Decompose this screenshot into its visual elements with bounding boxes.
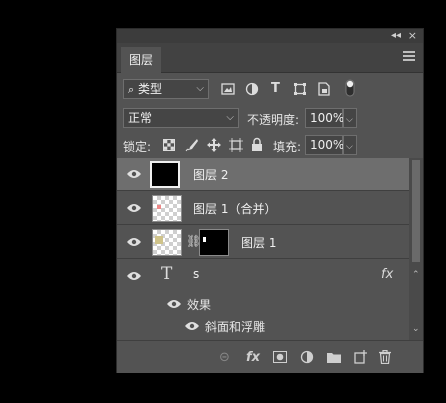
effects-row[interactable]: 效果 bbox=[117, 292, 409, 316]
chevron-down-icon: ⌵ bbox=[346, 115, 353, 125]
eye-icon[interactable] bbox=[167, 299, 181, 309]
layers-panel: ◂◂ × 图层 ⌕ 类型 ⌵ T 正常 ⌵ 不透明度: 100% ⌵ 锁定: 填… bbox=[116, 28, 424, 373]
fx-icon[interactable]: fx bbox=[381, 267, 393, 283]
opacity-dropdown[interactable]: ⌵ bbox=[343, 108, 357, 128]
fill-dropdown[interactable]: ⌵ bbox=[343, 135, 357, 155]
tab-bar: 图层 bbox=[117, 43, 423, 73]
link-icon[interactable]: ⊝ bbox=[219, 350, 230, 365]
layer-row[interactable]: 图层 1（合并） bbox=[117, 192, 409, 225]
layer-thumbnail[interactable] bbox=[150, 161, 180, 188]
search-icon: ⌕ bbox=[128, 83, 135, 96]
fx-icon[interactable]: fx bbox=[246, 350, 260, 365]
panel-titlebar: ◂◂ × bbox=[117, 29, 423, 43]
trash-icon[interactable] bbox=[379, 350, 391, 364]
lock-pixels-icon[interactable] bbox=[185, 138, 199, 152]
eye-icon[interactable] bbox=[127, 237, 141, 247]
layers-scrollbar[interactable]: ⌃ ⌄ bbox=[409, 158, 423, 340]
adjustment-filter-icon[interactable] bbox=[245, 82, 259, 96]
layers-toolbar: ⊝ fx bbox=[117, 340, 423, 373]
filter-toggle-icon[interactable] bbox=[345, 79, 355, 97]
lock-row: 锁定: 填充: 100% ⌵ bbox=[117, 133, 423, 157]
layers-list: 图层 2 图层 1（合并） ⛓ 图层 1 T s fx 效果 斜面和浮雕 bbox=[117, 158, 409, 340]
blend-mode-label: 正常 bbox=[128, 111, 153, 125]
image-filter-icon[interactable] bbox=[221, 83, 235, 95]
layer-mask-thumbnail[interactable] bbox=[199, 229, 229, 256]
effect-item-row[interactable]: 斜面和浮雕 bbox=[117, 314, 409, 336]
fill-label: 填充: bbox=[273, 140, 302, 154]
chevron-down-icon: ⌵ bbox=[196, 83, 204, 94]
eye-icon[interactable] bbox=[127, 169, 141, 179]
lock-label: 锁定: bbox=[123, 140, 152, 154]
text-layer-icon[interactable]: T bbox=[161, 266, 172, 283]
layer-row[interactable]: ⛓ 图层 1 bbox=[117, 226, 409, 259]
lock-artboard-icon[interactable] bbox=[229, 138, 243, 152]
layer-thumbnail[interactable] bbox=[152, 229, 182, 256]
opacity-label: 不透明度: bbox=[247, 113, 300, 127]
layer-name[interactable]: 图层 2 bbox=[193, 166, 228, 183]
effects-label: 效果 bbox=[187, 298, 212, 312]
tab-layers[interactable]: 图层 bbox=[121, 47, 162, 73]
collapse-icon[interactable]: ◂◂ bbox=[391, 29, 401, 43]
lock-transparency-icon[interactable] bbox=[163, 139, 175, 151]
blend-mode-select[interactable]: 正常 ⌵ bbox=[123, 108, 239, 128]
layer-thumbnail[interactable] bbox=[152, 195, 182, 222]
layer-name[interactable]: 图层 1 bbox=[241, 234, 276, 251]
new-layer-icon[interactable] bbox=[354, 350, 368, 364]
lock-position-icon[interactable] bbox=[207, 138, 221, 152]
adjustment-icon[interactable] bbox=[300, 350, 314, 364]
panel-menu-icon[interactable] bbox=[403, 51, 415, 61]
eye-icon[interactable] bbox=[127, 203, 141, 213]
filter-type-select[interactable]: ⌕ 类型 ⌵ bbox=[123, 79, 209, 99]
filter-row: ⌕ 类型 ⌵ T bbox=[117, 77, 423, 101]
opacity-input[interactable]: 100% bbox=[305, 108, 344, 128]
scrollbar-thumb[interactable] bbox=[412, 160, 420, 262]
close-icon[interactable]: × bbox=[408, 29, 417, 43]
layer-name[interactable]: s bbox=[193, 267, 199, 281]
eye-icon[interactable] bbox=[127, 271, 141, 281]
chevron-up-icon[interactable]: ⌃ bbox=[412, 270, 420, 280]
layer-row[interactable]: 图层 2 bbox=[117, 158, 409, 191]
filter-type-label: 类型 bbox=[138, 82, 163, 96]
folder-icon[interactable] bbox=[327, 351, 341, 363]
chevron-down-icon: ⌵ bbox=[346, 142, 353, 152]
smart-object-filter-icon[interactable] bbox=[317, 82, 331, 96]
mask-icon[interactable] bbox=[273, 351, 287, 363]
layer-row[interactable]: T s fx bbox=[117, 260, 409, 292]
chevron-down-icon: ⌵ bbox=[226, 112, 234, 123]
text-filter-icon[interactable]: T bbox=[271, 81, 280, 97]
fill-input[interactable]: 100% bbox=[305, 135, 344, 155]
lock-all-icon[interactable] bbox=[251, 137, 263, 152]
shape-filter-icon[interactable] bbox=[293, 82, 307, 96]
effect-name: 斜面和浮雕 bbox=[205, 320, 266, 334]
layer-name[interactable]: 图层 1（合并） bbox=[193, 200, 276, 217]
chevron-down-icon[interactable]: ⌄ bbox=[412, 324, 420, 334]
blend-row: 正常 ⌵ 不透明度: 100% ⌵ bbox=[117, 107, 423, 131]
eye-icon[interactable] bbox=[185, 321, 199, 331]
